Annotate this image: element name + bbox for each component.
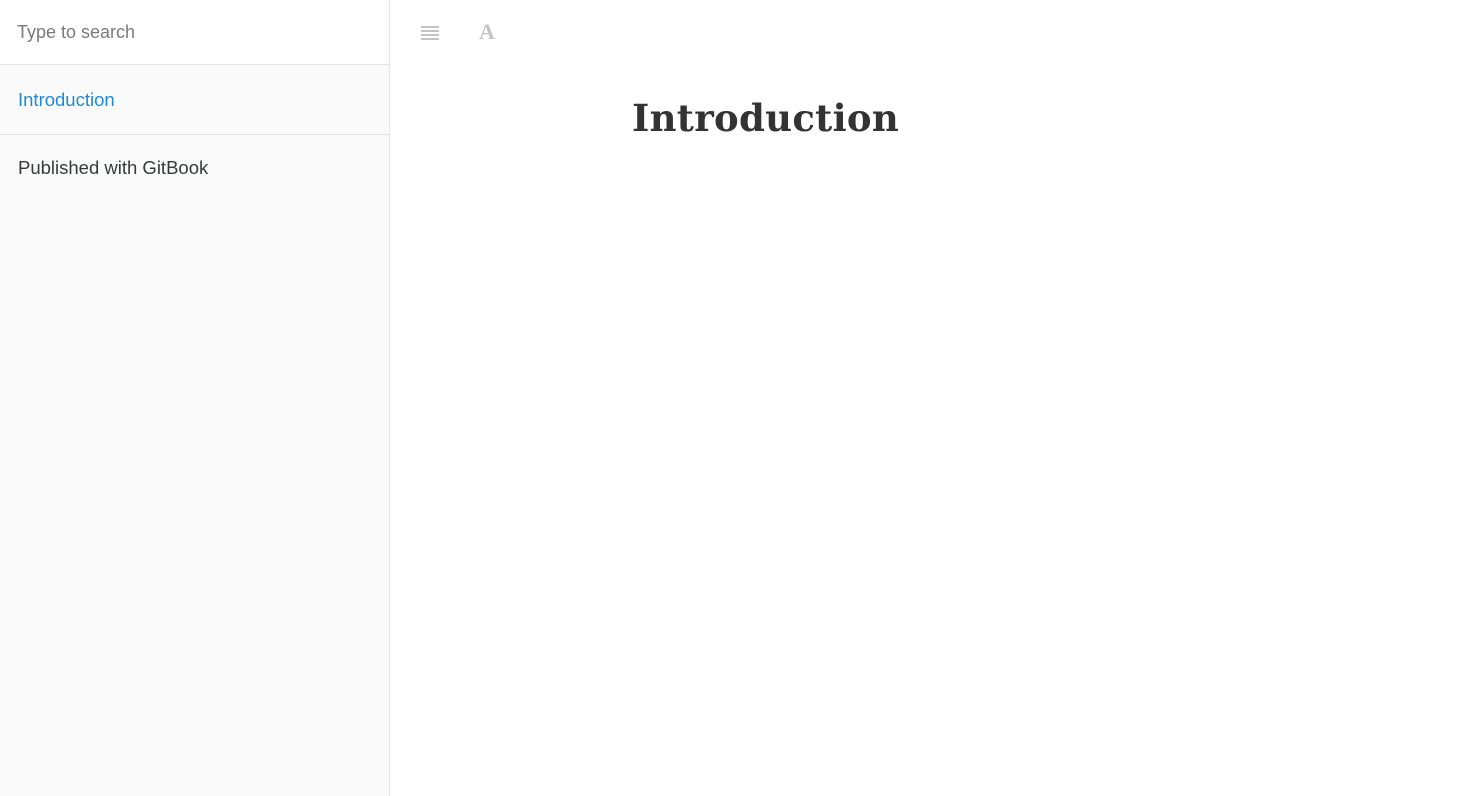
summary-list: Introduction Published with GitBook xyxy=(0,65,389,201)
page-title: Introduction xyxy=(632,96,900,140)
font-settings-icon: A xyxy=(479,19,495,44)
gitbook-link[interactable]: Published with GitBook xyxy=(18,157,208,179)
search-box xyxy=(0,0,389,65)
sidebar: Introduction Published with GitBook xyxy=(0,0,390,796)
gitbook-app: Introduction Published with GitBook A In… xyxy=(0,0,1464,796)
sidebar-item-label[interactable]: Introduction xyxy=(18,89,115,111)
hamburger-menu-icon xyxy=(421,26,439,40)
toggle-sidebar-button[interactable] xyxy=(412,14,448,50)
font-settings-button[interactable]: A xyxy=(469,14,505,50)
sidebar-item-introduction[interactable]: Introduction xyxy=(0,65,389,135)
book-body: A Introduction xyxy=(390,0,1464,796)
search-input[interactable] xyxy=(0,0,389,64)
published-with-gitbook[interactable]: Published with GitBook xyxy=(0,135,389,201)
